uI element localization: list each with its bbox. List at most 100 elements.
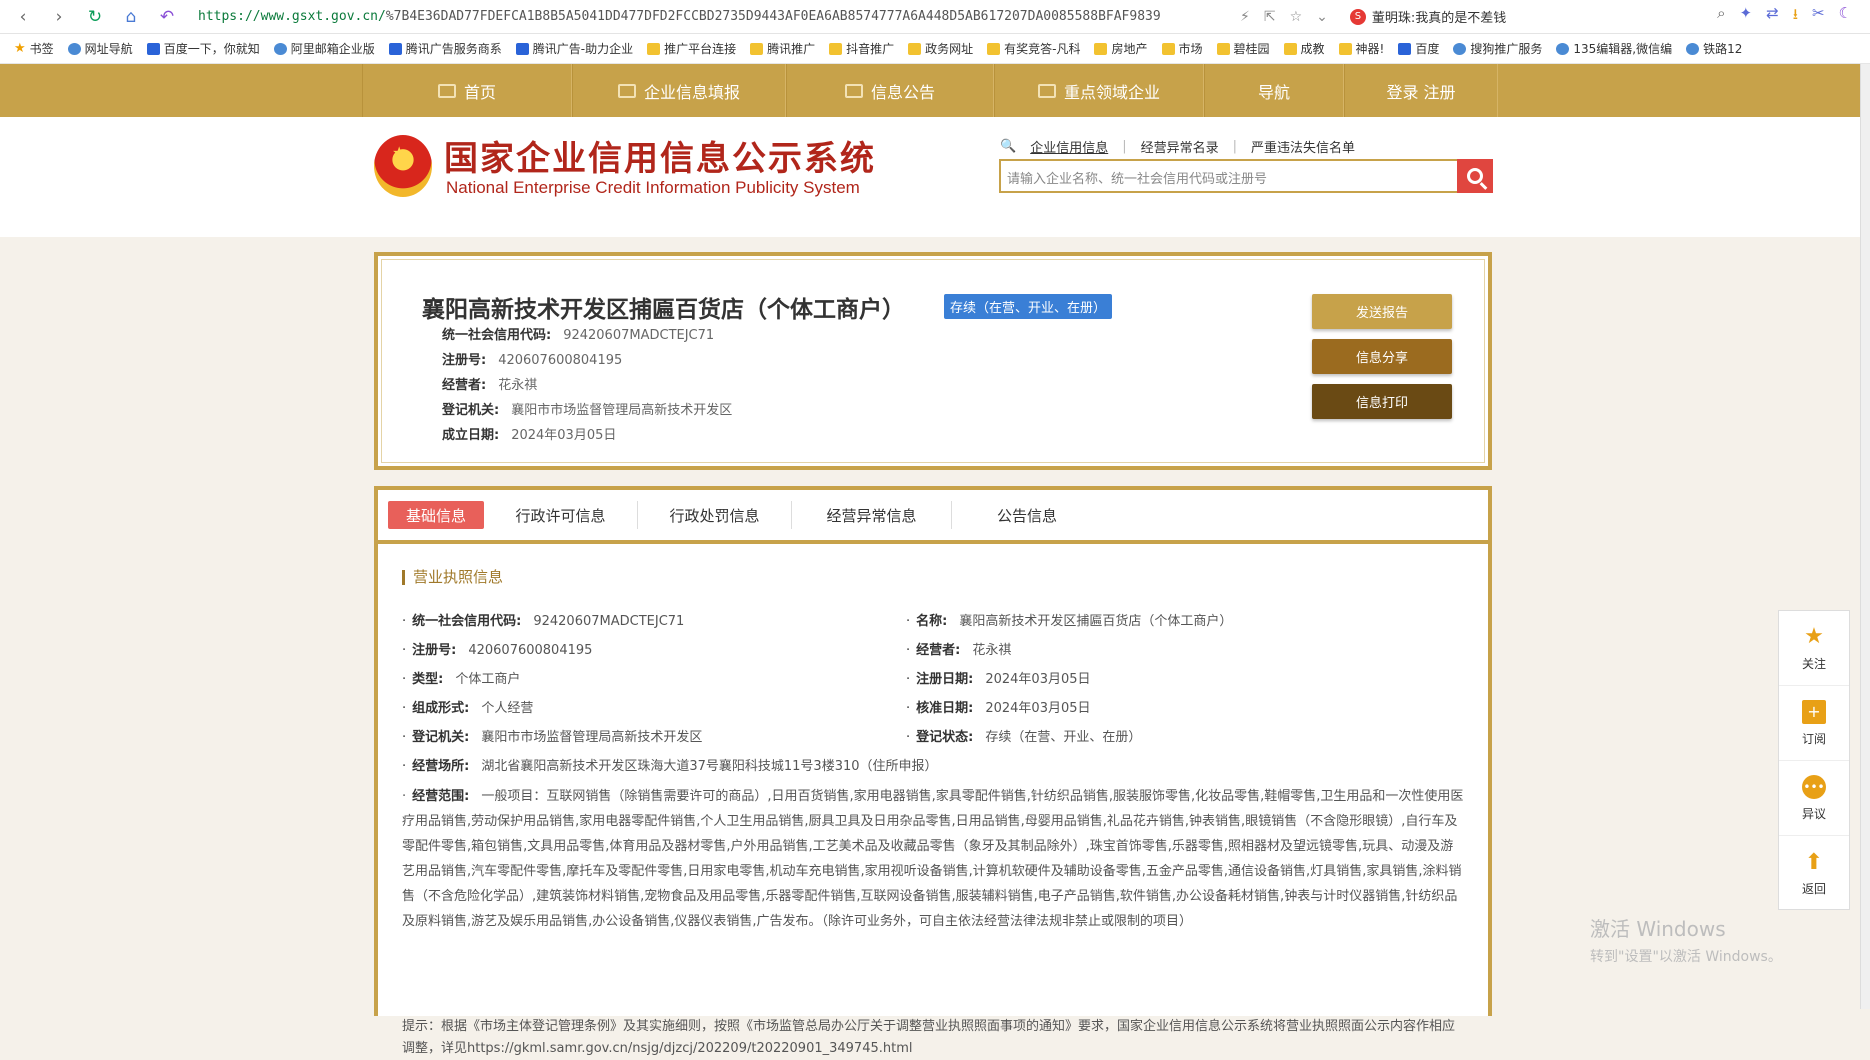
link-credit-info[interactable]: 企业信用信息 [1030,137,1108,156]
bookmark-item[interactable]: 网址导航 [67,40,133,57]
bookmarks-bar: ★ 书签 网址导航 百度一下，你就知 阿里邮箱企业版 腾讯广告服务商系 腾讯广告-… [0,34,1870,64]
watermark-line1: 激活 Windows [1590,917,1726,941]
back-to-top-button[interactable]: ⬆ 返回 [1779,836,1849,911]
site-header: 国家企业信用信息公示系统 National Enterprise Credit … [0,117,1860,237]
bookmark-item[interactable]: 神器! [1338,40,1384,57]
bookmark-item[interactable]: 抖音推广 [829,40,894,57]
tab-announcement[interactable]: 公告信息 [952,501,1102,529]
bookmark-item[interactable]: 腾讯广告服务商系 [388,40,502,57]
star-icon: ★ [1804,624,1824,649]
tab-bar: 基础信息 行政许可信息 行政处罚信息 经营异常信息 公告信息 [378,490,1488,544]
lightning-icon[interactable]: ⚡ [1240,9,1250,25]
folder-icon [908,42,922,55]
bookmark-item[interactable]: 搜狗推广服务 [1453,40,1542,57]
send-report-button[interactable]: 发送报告 [1312,294,1452,329]
field-form: · 组成形式: 个人经营 [402,701,534,716]
globe-icon [273,42,287,55]
meta-operator: 经营者: 花永祺 [442,378,538,393]
bookmark-item[interactable]: 房地产 [1094,40,1148,57]
search-icon: 🔍 [1000,139,1017,154]
browser-nav: ‹ › ↻ ⌂ ↶ [0,7,178,27]
search-input[interactable]: 请输入企业名称、统一社会信用代码或注册号 [999,159,1457,193]
bookmark-item[interactable]: 政务网址 [908,40,973,57]
folder-icon [829,42,843,55]
bookmark-item[interactable]: 百度一下，你就知 [146,40,260,57]
page-scrollbar[interactable] [1860,64,1870,1009]
share-icon[interactable]: ⇱ [1264,9,1276,25]
globe-icon [1453,42,1467,55]
nav-login-register[interactable]: 登录 注册 [1344,64,1498,117]
field-authority: · 登记机关: 襄阳市市场监督管理局高新技术开发区 [402,730,703,745]
back-icon[interactable]: ‹ [12,7,34,27]
link-abnormal-list[interactable]: 经营异常名录 [1141,137,1219,156]
baidu-icon [1398,42,1412,55]
address-tools: ⚡ ⇱ ☆ ⌄ [1240,9,1328,25]
nav-guide[interactable]: 导航 [1204,64,1344,117]
nav-home[interactable]: 首页 [362,64,572,117]
bookmark-item[interactable]: 135编辑器,微信编 [1556,40,1672,57]
news-ticker[interactable]: S 董明珠:我真的是不差钱 [1349,7,1506,26]
url-field[interactable]: https://www.gsxt.gov.cn/%7B4E36DAD77FDEF… [198,9,1228,24]
chat-bubble-icon: ••• [1802,774,1826,799]
field-approval-date: · 核准日期: 2024年03月05日 [906,701,1091,716]
extension-icon[interactable]: ✦ [1740,4,1753,29]
scissors-icon[interactable]: ✂ [1812,4,1825,29]
chevron-down-icon[interactable]: ⌄ [1316,9,1328,25]
download-icon[interactable]: ⭳ [1793,4,1798,29]
share-info-button[interactable]: 信息分享 [1312,339,1452,374]
nav-enterprise-fill[interactable]: 企业信息填报 [572,64,786,117]
divider: | [1122,139,1127,154]
bookmark-item[interactable]: ★ 书签 [14,40,54,57]
objection-label: 异议 [1801,806,1826,821]
field-reg-status: · 登记状态: 存续（在营、开业、在册） [906,730,1142,745]
folder-icon [750,42,764,55]
bookmark-item[interactable]: 市场 [1161,40,1203,57]
subscribe-button[interactable]: + 订阅 [1779,686,1849,761]
news-text[interactable]: 董明珠:我真的是不差钱 [1372,7,1506,26]
browser-extensions: ⌕ ✦ ⇄ ⭳ ✂ ☾ [1717,4,1870,29]
document-icon [844,83,863,98]
folder-icon [1094,42,1108,55]
nav-key-enterprises[interactable]: 重点领域企业 [994,64,1204,117]
nav-announcements[interactable]: 信息公告 [786,64,994,117]
bookmark-item[interactable]: 腾讯广告-助力企业 [515,40,633,57]
monitor-icon [437,83,456,98]
status-badge: 存续（在营、开业、在册） [944,294,1113,319]
meta-reg-number: 注册号: 420607600804195 [442,353,623,368]
tab-basic-info[interactable]: 基础信息 [388,501,484,529]
bookmark-item[interactable]: 成教 [1283,40,1325,57]
bookmark-item[interactable]: 有奖竞答-凡科 [987,40,1080,57]
moon-icon[interactable]: ☾ [1839,4,1852,29]
sogou-icon: S [1349,8,1366,25]
notice-tip: 提示：根据《市场主体登记管理条例》及其实施细则，按照《市场监管总局办公厅关于调整… [402,1019,1456,1056]
bookmark-item[interactable]: 铁路12 [1686,40,1742,57]
tab-admin-license[interactable]: 行政许可信息 [484,501,638,529]
site-subtitle: National Enterprise Credit Information P… [446,178,860,197]
arrow-up-icon: ⬆ [1804,849,1824,875]
reload-icon[interactable]: ↻ [84,7,106,27]
search-icon[interactable]: ⌕ [1717,4,1725,29]
link-blacklist[interactable]: 严重违法失信名单 [1251,137,1355,156]
field-reg-date: · 注册日期: 2024年03月05日 [906,672,1091,687]
undo-icon[interactable]: ↶ [156,7,178,27]
objection-button[interactable]: ••• 异议 [1779,761,1849,836]
search-button[interactable] [1457,159,1493,193]
favorite-star-icon[interactable]: ☆ [1290,9,1303,25]
field-reg-number: · 注册号: 420607600804195 [402,643,593,658]
forward-icon[interactable]: › [48,7,70,27]
bookmark-item[interactable]: 推广平台连接 [647,40,736,57]
bookmark-item[interactable]: 腾讯推广 [750,40,815,57]
tab-abnormal-info[interactable]: 经营异常信息 [792,501,952,529]
translate-icon[interactable]: ⇄ [1766,4,1779,29]
bookmark-item[interactable]: 阿里邮箱企业版 [273,40,375,57]
bookmark-item[interactable]: 碧桂园 [1216,40,1270,57]
magnifier-icon [1467,168,1483,184]
field-operator: · 经营者: 花永祺 [906,643,1012,658]
bookmark-item[interactable]: 百度 [1398,40,1439,57]
follow-button[interactable]: ★ 关注 [1779,611,1849,686]
home-icon[interactable]: ⌂ [120,7,142,27]
folder-icon [1283,42,1297,55]
print-info-button[interactable]: 信息打印 [1312,384,1452,419]
tab-admin-penalty[interactable]: 行政处罚信息 [638,501,792,529]
subscribe-label: 订阅 [1801,731,1826,746]
